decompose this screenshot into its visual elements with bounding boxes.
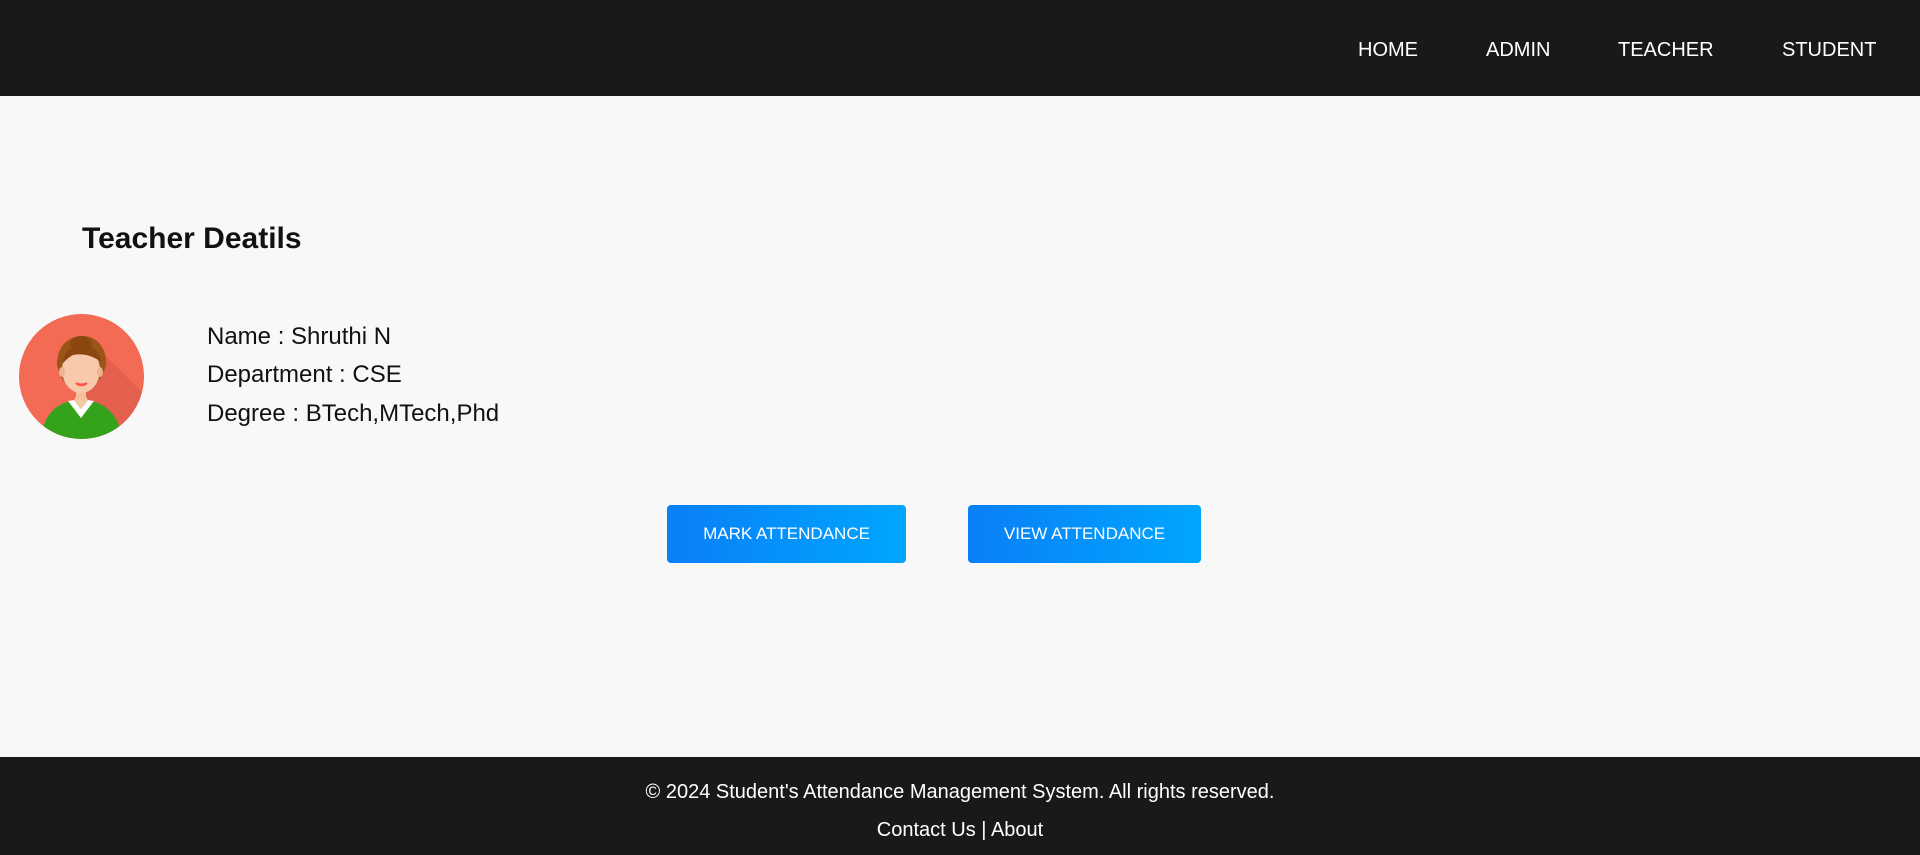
view-attendance-button[interactable]: VIEW ATTENDANCE [968,505,1201,563]
nav-teacher-link[interactable]: TEACHER [1618,38,1714,62]
avatar-svg [19,314,144,439]
teacher-degree-text: Degree : BTech,MTech,Phd [207,400,500,427]
mark-attendance-button[interactable]: MARK ATTENDANCE [667,505,906,563]
about-link[interactable]: About [991,819,1043,841]
teacher-name-text: Name : Shruthi N [207,323,392,350]
nav-student-link[interactable]: STUDENT [1782,38,1876,62]
footer-separator: | [981,819,987,841]
teacher-avatar-icon [19,314,144,439]
nav-home-link[interactable]: HOME [1358,38,1418,62]
copyright-text: © 2024 Student's Attendance Management S… [645,781,1275,803]
main-content: Teacher Deatils Name: Shruthi N Departm… [0,96,1920,757]
contact-us-link[interactable]: Contact Us [877,819,976,841]
navbar: HOME ADMIN TEACHER STUDENT [0,0,1920,96]
page-title: Teacher Deatils [82,222,302,255]
footer: © 2024 Student's Attendance Management S… [0,757,1920,855]
teacher-department-text: Department : CSE [207,361,402,388]
nav-admin-link[interactable]: ADMIN [1486,38,1550,62]
footer-links: Contact Us | About [0,818,1920,842]
